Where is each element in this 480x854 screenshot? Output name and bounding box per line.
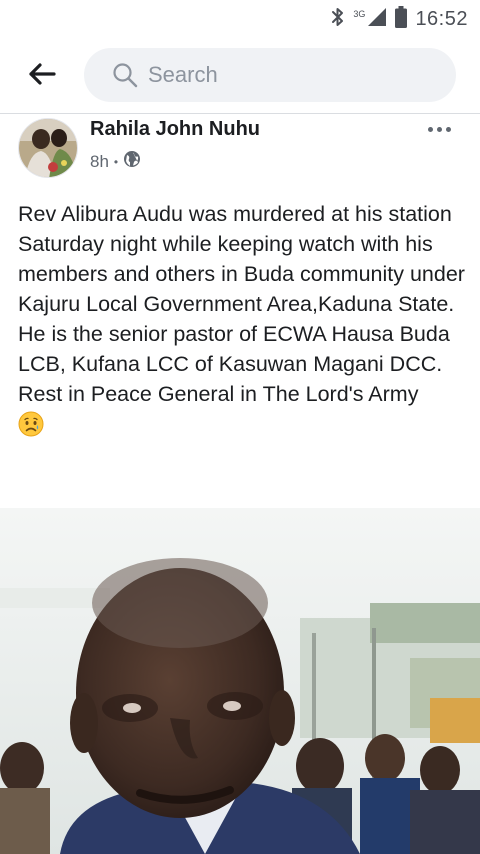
- status-icons: 3G 16:52: [331, 6, 468, 33]
- status-bar: 3G 16:52: [0, 0, 480, 36]
- bluetooth-icon: [331, 7, 345, 32]
- search-icon: [112, 62, 138, 88]
- header-divider: [0, 113, 480, 114]
- more-options-button[interactable]: [424, 120, 454, 138]
- sad-tear-emoji: [18, 411, 44, 437]
- top-bar: Search: [0, 40, 480, 112]
- more-horizontal-icon-dot: [445, 126, 451, 132]
- post-text-line: He is the senior pastor of ECWA Hausa Bu…: [18, 322, 450, 376]
- back-button[interactable]: [22, 58, 62, 94]
- post-text-line: Rev Alibura Audu was murdered at his sta…: [18, 202, 465, 316]
- network-type-label: 3G: [353, 8, 366, 19]
- post-text: Rev Alibura Audu was murdered at his sta…: [18, 199, 466, 445]
- arrow-left-icon: [28, 62, 56, 91]
- more-horizontal-icon-dot: [427, 126, 433, 132]
- search-placeholder: Search: [148, 62, 218, 87]
- author-name[interactable]: Rahila John Nuhu: [90, 118, 260, 141]
- meta-separator: •: [113, 154, 119, 169]
- post-meta: 8h •: [90, 150, 141, 173]
- author-avatar[interactable]: [18, 118, 78, 178]
- globe-icon: [123, 150, 141, 173]
- post-photo[interactable]: [0, 508, 480, 854]
- status-time: 16:52: [415, 8, 468, 30]
- signal-icon: [367, 7, 387, 32]
- post-time[interactable]: 8h: [90, 152, 109, 172]
- more-horizontal-icon-dot: [436, 126, 442, 132]
- post-text-line: Rest in Peace General in The Lord's Army: [18, 382, 419, 406]
- battery-icon: [395, 6, 408, 33]
- search-input[interactable]: Search: [84, 48, 456, 102]
